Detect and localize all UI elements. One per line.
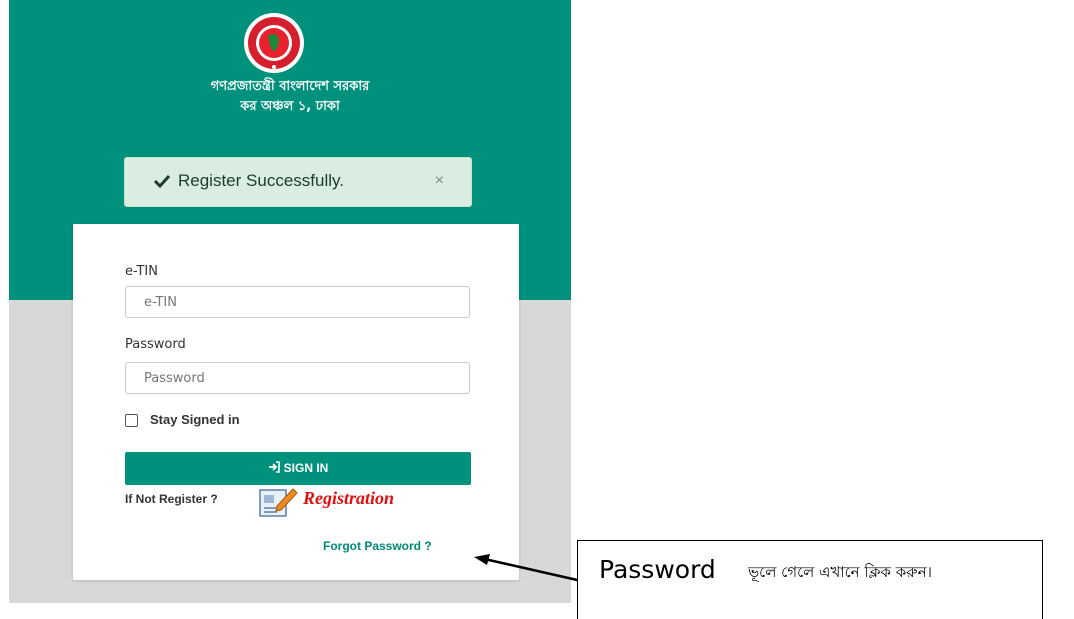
stay-signed-in-checkbox[interactable] — [125, 414, 138, 427]
sign-in-icon — [268, 461, 280, 474]
registration-link[interactable]: Registration — [303, 488, 394, 509]
arrow-pointer-icon — [474, 554, 587, 584]
stay-signed-in-label[interactable]: Stay Signed in — [150, 412, 240, 427]
annotation-box: Password ভূলে গেলে এখানে ক্লিক করুন। — [577, 540, 1043, 619]
close-icon[interactable]: × — [435, 172, 444, 190]
etin-label: e-TIN — [125, 264, 158, 279]
office-subtitle: কর অঞ্চল ১, ঢাকা — [240, 99, 340, 114]
success-alert: Register Successfully. × — [124, 157, 472, 207]
annotation-word: Password — [599, 555, 716, 584]
check-icon — [153, 174, 171, 189]
sign-in-button[interactable]: SIGN IN — [125, 452, 471, 485]
if-not-register-text: If Not Register ? — [125, 492, 218, 506]
etin-input[interactable] — [125, 286, 470, 318]
government-title: গণপ্রজাতন্ত্রী বাংলাদেশ সরকার — [210, 79, 370, 94]
annotation-instruction: ভূলে গেলে এখানে ক্লিক করুন। — [748, 563, 933, 581]
alert-message: Register Successfully. — [178, 171, 344, 190]
forgot-password-link[interactable]: Forgot Password ? — [323, 539, 432, 553]
sign-in-label: SIGN IN — [283, 461, 329, 475]
registration-form-icon[interactable] — [257, 486, 299, 518]
government-seal-icon — [244, 13, 304, 73]
password-label: Password — [125, 337, 186, 352]
password-input[interactable] — [125, 362, 470, 394]
login-card: e-TIN Password Stay Signed in SIGN IN If… — [73, 224, 519, 580]
